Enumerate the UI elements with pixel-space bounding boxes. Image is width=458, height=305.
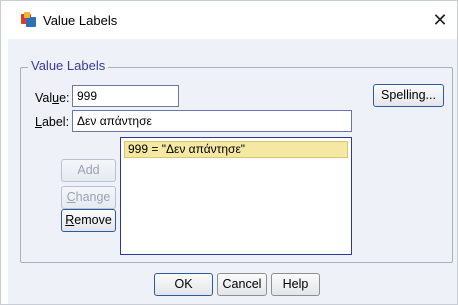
list-item[interactable]: 999 = "Δεν απάντησε": [124, 141, 348, 158]
value-label-list[interactable]: 999 = "Δεν απάντησε": [120, 137, 352, 255]
value-labels-dialog: Value Labels ✕ Value Labels Value: 999 S…: [0, 0, 458, 305]
label-input[interactable]: Δεν απάντησε: [72, 110, 352, 132]
help-button[interactable]: Help: [271, 273, 320, 296]
add-button[interactable]: Add: [61, 159, 116, 182]
spss-app-icon: [21, 12, 36, 27]
ok-button[interactable]: OK: [154, 273, 213, 296]
cancel-button[interactable]: Cancel: [217, 273, 267, 296]
change-button[interactable]: Change: [61, 186, 116, 209]
spelling-button[interactable]: Spelling...: [373, 84, 444, 107]
remove-button[interactable]: Remove: [61, 209, 116, 232]
window-title: Value Labels: [43, 13, 118, 28]
close-icon[interactable]: ✕: [427, 7, 453, 33]
value-label: Value:: [35, 91, 70, 105]
title-bar: Value Labels ✕: [1, 1, 457, 38]
value-input[interactable]: 999: [72, 85, 179, 107]
group-label: Value Labels: [28, 58, 109, 73]
label-label: Label:: [35, 115, 70, 129]
